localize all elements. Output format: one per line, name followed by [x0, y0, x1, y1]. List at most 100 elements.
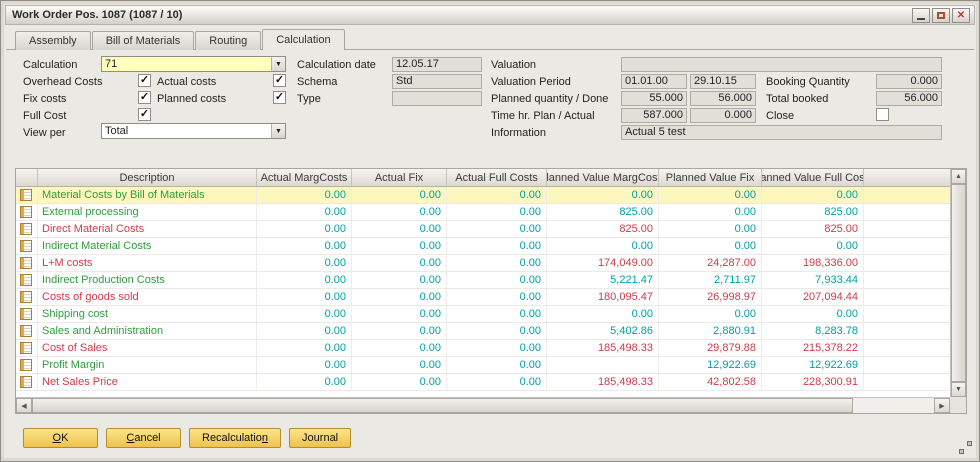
value-cell[interactable]: 0.00: [352, 340, 447, 356]
vertical-scrollbar-thumb[interactable]: [951, 184, 966, 382]
row-details-icon[interactable]: [16, 272, 38, 288]
row-details-icon[interactable]: [16, 374, 38, 390]
column-header[interactable]: anned Value Full Cos: [762, 169, 864, 186]
description-cell[interactable]: Indirect Material Costs: [38, 238, 257, 254]
value-cell[interactable]: 0.00: [447, 255, 547, 271]
value-cell[interactable]: 0.00: [257, 272, 352, 288]
table-row[interactable]: Cost of Sales0.000.000.00185,498.3329,87…: [16, 340, 950, 357]
scroll-down-icon[interactable]: ▼: [951, 382, 966, 397]
table-row[interactable]: Sales and Administration0.000.000.005,40…: [16, 323, 950, 340]
actual-costs-checkbox[interactable]: ✓: [273, 74, 286, 87]
value-cell[interactable]: 174,049.00: [547, 255, 659, 271]
column-header[interactable]: Planned Value MargCosts: [547, 169, 659, 186]
description-cell[interactable]: Direct Material Costs: [38, 221, 257, 237]
title-bar[interactable]: Work Order Pos. 1087 (1087 / 10) ✕: [5, 5, 975, 25]
value-cell[interactable]: 215,378.22: [762, 340, 864, 356]
value-cell[interactable]: 0.00: [447, 272, 547, 288]
table-row[interactable]: L+M costs0.000.000.00174,049.0024,287.00…: [16, 255, 950, 272]
row-details-icon[interactable]: [16, 340, 38, 356]
value-cell[interactable]: 0.00: [257, 340, 352, 356]
value-cell[interactable]: 0.00: [447, 323, 547, 339]
table-row[interactable]: Shipping cost0.000.000.000.000.000.00: [16, 306, 950, 323]
scroll-up-icon[interactable]: ▲: [951, 169, 966, 184]
table-row[interactable]: Material Costs by Bill of Materials0.000…: [16, 187, 950, 204]
value-cell[interactable]: 0.00: [762, 306, 864, 322]
description-cell[interactable]: Profit Margin: [38, 357, 257, 373]
column-header[interactable]: Description: [38, 169, 257, 186]
value-cell[interactable]: 0.00: [447, 306, 547, 322]
value-cell[interactable]: 0.00: [659, 306, 762, 322]
value-cell[interactable]: 0.00: [447, 374, 547, 390]
value-cell[interactable]: 0.00: [352, 204, 447, 220]
tab-routing[interactable]: Routing: [195, 31, 261, 50]
journal-button[interactable]: Journal: [289, 428, 351, 448]
close-checkbox[interactable]: [876, 108, 889, 121]
minimize-button[interactable]: [912, 8, 930, 23]
value-cell[interactable]: 0.00: [257, 255, 352, 271]
value-cell[interactable]: 0.00: [352, 187, 447, 203]
value-cell[interactable]: 0.00: [352, 323, 447, 339]
tab-bill-of-materials[interactable]: Bill of Materials: [92, 31, 195, 50]
value-cell[interactable]: 0.00: [659, 238, 762, 254]
tab-calculation[interactable]: Calculation: [262, 29, 344, 50]
value-cell[interactable]: 0.00: [257, 204, 352, 220]
value-cell[interactable]: 0.00: [762, 238, 864, 254]
table-row[interactable]: Costs of goods sold0.000.000.00180,095.4…: [16, 289, 950, 306]
planned-costs-checkbox[interactable]: ✓: [273, 91, 286, 104]
value-cell[interactable]: 825.00: [547, 204, 659, 220]
row-details-icon[interactable]: [16, 289, 38, 305]
value-cell[interactable]: 0.00: [447, 238, 547, 254]
value-cell[interactable]: 185,498.33: [547, 340, 659, 356]
value-cell[interactable]: 198,336.00: [762, 255, 864, 271]
value-cell[interactable]: 42,802.58: [659, 374, 762, 390]
value-cell[interactable]: 0.00: [547, 238, 659, 254]
description-cell[interactable]: Cost of Sales: [38, 340, 257, 356]
vertical-scrollbar[interactable]: ▲ ▼: [950, 169, 966, 397]
value-cell[interactable]: 0.00: [257, 323, 352, 339]
value-cell[interactable]: 0.00: [352, 289, 447, 305]
chevron-down-icon[interactable]: ▼: [271, 57, 285, 71]
value-cell[interactable]: 0.00: [257, 238, 352, 254]
description-cell[interactable]: Indirect Production Costs: [38, 272, 257, 288]
value-cell[interactable]: 12,922.69: [659, 357, 762, 373]
close-button[interactable]: ✕: [952, 8, 970, 23]
column-header[interactable]: Actual Fix: [352, 169, 447, 186]
calculation-combo[interactable]: 71 ▼: [101, 56, 286, 72]
fix-costs-checkbox[interactable]: ✓: [138, 91, 151, 104]
value-cell[interactable]: 29,879.88: [659, 340, 762, 356]
value-cell[interactable]: 0.00: [447, 289, 547, 305]
value-cell[interactable]: 5,402.86: [547, 323, 659, 339]
column-header[interactable]: Actual Full Costs: [447, 169, 547, 186]
column-header[interactable]: Planned Value Fix: [659, 169, 762, 186]
description-cell[interactable]: Material Costs by Bill of Materials: [38, 187, 257, 203]
value-cell[interactable]: 0.00: [352, 357, 447, 373]
row-details-icon[interactable]: [16, 221, 38, 237]
value-cell[interactable]: 26,998.97: [659, 289, 762, 305]
ok-button[interactable]: OK: [23, 428, 98, 448]
value-cell[interactable]: 2,880.91: [659, 323, 762, 339]
value-cell[interactable]: 0.00: [352, 374, 447, 390]
description-cell[interactable]: Net Sales Price: [38, 374, 257, 390]
value-cell[interactable]: 0.00: [352, 272, 447, 288]
table-row[interactable]: Indirect Production Costs0.000.000.005,2…: [16, 272, 950, 289]
value-cell[interactable]: 0.00: [257, 357, 352, 373]
description-cell[interactable]: Costs of goods sold: [38, 289, 257, 305]
value-cell[interactable]: 0.00: [257, 187, 352, 203]
value-cell[interactable]: 207,094.44: [762, 289, 864, 305]
description-cell[interactable]: Sales and Administration: [38, 323, 257, 339]
value-cell[interactable]: 180,095.47: [547, 289, 659, 305]
value-cell[interactable]: 0.00: [257, 221, 352, 237]
value-cell[interactable]: 0.00: [447, 221, 547, 237]
recalculation-button[interactable]: Recalculation: [189, 428, 281, 448]
value-cell[interactable]: [547, 357, 659, 373]
value-cell[interactable]: 0.00: [352, 306, 447, 322]
description-cell[interactable]: External processing: [38, 204, 257, 220]
value-cell[interactable]: 0.00: [447, 357, 547, 373]
value-cell[interactable]: 228,300.91: [762, 374, 864, 390]
value-cell[interactable]: 24,287.00: [659, 255, 762, 271]
value-cell[interactable]: 0.00: [257, 374, 352, 390]
view-per-combo[interactable]: Total ▼: [101, 123, 286, 139]
row-details-icon[interactable]: [16, 357, 38, 373]
row-details-icon[interactable]: [16, 255, 38, 271]
value-cell[interactable]: 0.00: [257, 289, 352, 305]
